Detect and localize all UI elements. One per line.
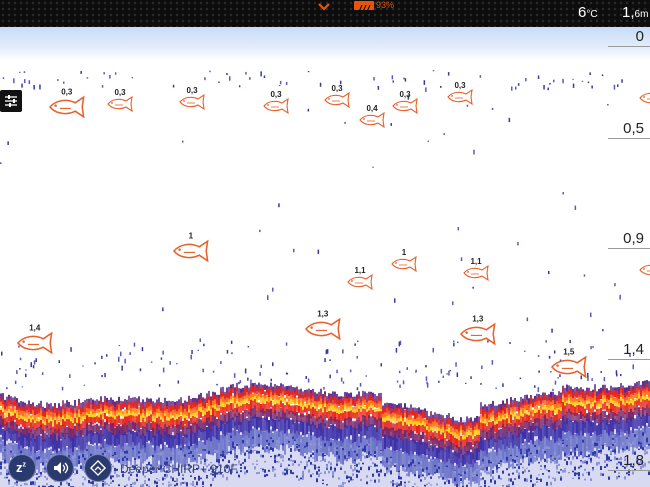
fish-marker: 0,3 — [107, 88, 133, 112]
fish-marker: 0,4 — [359, 104, 385, 128]
fish-marker: 1,1 — [463, 257, 489, 281]
fish-icon — [107, 96, 133, 112]
fish-marker: 1,4 — [17, 323, 53, 354]
depth-scale-label: 0 — [635, 28, 644, 45]
fish-depth-label: 0,3 — [270, 90, 282, 99]
fish-marker: 0,3 — [179, 86, 205, 110]
fish-depth-label: 0,3 — [331, 84, 343, 93]
fish-depth-label: 0,3 — [454, 81, 466, 90]
fish-marker: 1,3 — [460, 314, 496, 345]
sleep-icon: zz — [16, 460, 26, 475]
fish-icon — [463, 265, 489, 281]
fish-depth-label: 0,4 — [366, 104, 378, 113]
fish-icon — [49, 96, 85, 118]
fish-depth-label: 0,3 — [114, 88, 126, 97]
fish-icon — [173, 240, 209, 262]
sleep-icon-sup: z — [22, 461, 27, 469]
volume-button[interactable] — [46, 454, 74, 482]
depth-scale-label: 0,9 — [623, 230, 644, 247]
fish-markers: 0,3 0,3 0,3 0,3 0,3 0,4 0,3 0,3 1 1,1 1 1,1 1,4 1,3 1,… — [17, 81, 650, 378]
fish-icon — [179, 94, 205, 110]
depth-scale-tick — [608, 470, 650, 471]
sonar-noise — [0, 70, 634, 393]
fish-icon — [639, 90, 650, 106]
volume-icon — [54, 462, 69, 474]
fish-marker: 0,3 — [263, 90, 289, 114]
fish-icon — [639, 262, 650, 278]
fish-depth-label: 1,5 — [563, 347, 575, 356]
fish-depth-label: 1 — [189, 231, 194, 240]
fish-icon — [17, 332, 53, 354]
fish-depth-label: 0,3 — [186, 86, 198, 95]
fish-icon — [359, 112, 385, 128]
sonar-view[interactable]: 0,3 0,3 0,3 0,3 0,3 0,4 0,3 0,3 1 1,1 1 1,1 1,4 1,3 1,… — [0, 0, 650, 487]
fish-marker: 1 — [391, 248, 417, 272]
rotate-icon — [89, 459, 107, 477]
fish-depth-label: 1,3 — [472, 314, 484, 323]
depth-scale-tick — [608, 46, 650, 47]
fish-icon — [392, 98, 418, 114]
depth-scale-label: 1,4 — [623, 341, 644, 358]
fish-depth-label: 1 — [402, 248, 407, 257]
rotate-button[interactable] — [84, 454, 112, 482]
fish-depth-label: 1,4 — [29, 323, 41, 332]
fish-marker: 0,3 — [49, 87, 85, 118]
fish-marker: 1,1 — [347, 266, 373, 290]
depth-scale-label: 1,8 — [623, 452, 644, 469]
fish-icon — [460, 323, 496, 345]
fish-marker: 0,3 — [324, 84, 350, 108]
fish-marker: 1,5 — [551, 347, 587, 378]
fish-icon — [447, 89, 473, 105]
fish-marker: 1,3 — [305, 309, 341, 340]
fish-icon — [391, 256, 417, 272]
fish-depth-label: 0,3 — [61, 87, 73, 96]
fish-depth-label: 0,3 — [399, 90, 411, 99]
fish-depth-label: 1,3 — [317, 309, 329, 318]
device-name: Deeper CHIRP+ 910F — [120, 462, 238, 476]
fish-depth-label: 1,1 — [470, 257, 482, 266]
depth-scale-tick — [608, 359, 650, 360]
fish-marker: 0,3 — [447, 81, 473, 105]
fish-icon — [347, 274, 373, 290]
depth-scale-label: 0,5 — [623, 120, 644, 137]
menu-sliders-icon[interactable] — [0, 90, 22, 112]
sleep-button[interactable]: zz — [8, 454, 36, 482]
fish-marker: 1 — [173, 231, 209, 262]
fish-icon — [324, 92, 350, 108]
fish-depth-label: 1,1 — [354, 266, 366, 275]
depth-scale-tick — [608, 138, 650, 139]
fish-marker: 0,3 — [392, 90, 418, 114]
fish-icon — [551, 356, 587, 378]
fish-icon — [305, 318, 341, 340]
depth-scale-tick — [608, 248, 650, 249]
fish-icon — [263, 98, 289, 114]
